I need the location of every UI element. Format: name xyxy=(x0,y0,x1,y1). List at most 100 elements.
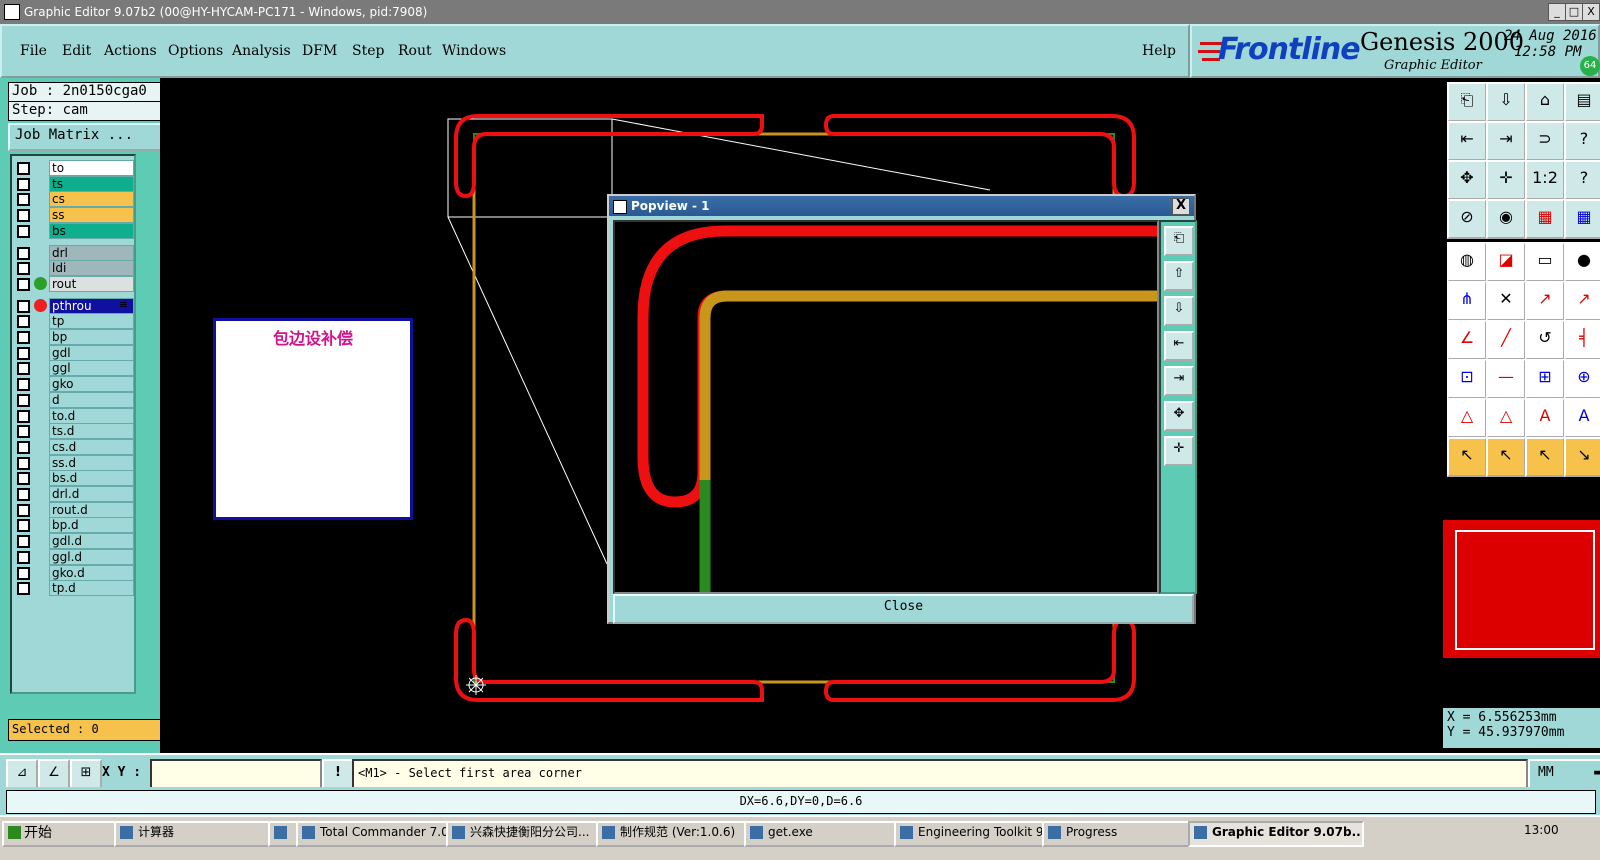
layer-name[interactable]: rout.d xyxy=(49,501,134,518)
layer-checkbox[interactable] xyxy=(17,503,30,517)
layer-name[interactable]: drl.d xyxy=(49,486,134,502)
maximize-button[interactable]: □ xyxy=(1565,3,1583,21)
layer-name[interactable]: gko xyxy=(49,376,134,393)
layer-row-drl-d[interactable]: drl.d xyxy=(14,486,134,502)
layer-checkbox[interactable] xyxy=(17,409,30,423)
layer-row-ts-d[interactable]: ts.d xyxy=(14,423,134,440)
layer-row-ggl-d[interactable]: ggl.d xyxy=(14,548,134,565)
triangle4-icon[interactable]: A xyxy=(1564,398,1600,438)
popview-close-button[interactable]: Close xyxy=(613,594,1194,624)
menu-windows[interactable]: Windows xyxy=(442,43,506,59)
start-button[interactable]: 开始 xyxy=(2,821,126,847)
layer-name[interactable]: ts.d xyxy=(49,423,134,440)
pop-center-icon[interactable]: ✛ xyxy=(1164,436,1194,466)
triangle2-icon[interactable]: △ xyxy=(1486,398,1526,438)
pop-zoom-down-icon[interactable]: ⇩ xyxy=(1164,296,1194,326)
layer-checkbox[interactable] xyxy=(17,362,30,376)
menu-actions[interactable]: Actions xyxy=(104,43,157,59)
layer-checkbox[interactable] xyxy=(17,299,30,313)
layer-blue-icon[interactable]: ▦ xyxy=(1564,199,1600,239)
layer-row-drl[interactable]: drl xyxy=(14,244,134,261)
pan-right-icon[interactable]: ⇥ xyxy=(1486,121,1526,161)
measure-icon[interactable]: ⊘ xyxy=(1447,199,1487,239)
node-icon[interactable]: ⋔ xyxy=(1447,281,1487,321)
layer-row-ggl[interactable]: ggl xyxy=(14,360,134,377)
circle-target-icon[interactable]: ◉ xyxy=(1486,199,1526,239)
layer-checkbox[interactable] xyxy=(17,582,30,596)
layer-row-rout-d[interactable]: rout.d xyxy=(14,501,134,518)
job-matrix-button[interactable]: Job Matrix ... xyxy=(8,123,165,151)
layer-row-to[interactable]: to xyxy=(14,160,134,176)
pointer-icon[interactable]: ↖ xyxy=(1447,437,1487,477)
taskbar-item[interactable]: Total Commander 7.0 ... xyxy=(296,821,466,847)
layer-name[interactable]: ts xyxy=(49,175,134,192)
taskbar-item[interactable]: get.exe xyxy=(744,821,914,847)
arc-icon[interactable]: ↺ xyxy=(1525,320,1565,360)
layer-row-cs[interactable]: cs xyxy=(14,191,134,208)
menu-step[interactable]: Step xyxy=(352,43,384,59)
zoom-in-icon[interactable]: ⇩ xyxy=(1486,82,1526,122)
pointer3-icon[interactable]: ↖ xyxy=(1525,437,1565,477)
layer-checkbox[interactable] xyxy=(17,262,30,276)
pop-fit-icon[interactable]: ✥ xyxy=(1164,401,1194,431)
menu-help[interactable]: Help xyxy=(1142,43,1176,59)
layer-checkbox[interactable] xyxy=(17,246,30,260)
layer-checkbox[interactable] xyxy=(17,162,30,175)
menu-file[interactable]: File xyxy=(20,43,47,59)
taskbar-item[interactable]: Graphic Editor 9.07b... xyxy=(1188,821,1364,847)
layer-checkbox[interactable] xyxy=(17,193,30,207)
layer-row-to-d[interactable]: to.d xyxy=(14,407,134,424)
center-icon[interactable]: ✛ xyxy=(1486,160,1526,200)
pop-pan-left-icon[interactable]: ⇤ xyxy=(1164,331,1194,361)
layer-checkbox[interactable] xyxy=(17,346,30,360)
layer-checkbox[interactable] xyxy=(17,535,30,549)
pad-icon[interactable]: ◍ xyxy=(1447,242,1487,282)
layer-name[interactable]: bs.d xyxy=(49,470,134,487)
layer-checkbox[interactable] xyxy=(17,224,30,238)
layer-row-bs[interactable]: bs xyxy=(14,222,134,239)
menu-edit[interactable]: Edit xyxy=(62,43,91,59)
ruler-icon[interactable]: ▭ xyxy=(1525,242,1565,282)
pointer4-icon[interactable]: ↘ xyxy=(1564,437,1600,477)
layer-row-bs-d[interactable]: bs.d xyxy=(14,470,134,487)
layer-checkbox[interactable] xyxy=(17,277,30,291)
minimize-button[interactable]: _ xyxy=(1548,3,1566,21)
layer-red-icon[interactable]: ▦ xyxy=(1525,199,1565,239)
scale-1-2-icon[interactable]: 1:2 xyxy=(1525,160,1565,200)
layer-name[interactable]: cs xyxy=(49,191,134,208)
triangle3-icon[interactable]: A xyxy=(1525,398,1565,438)
layer-name[interactable]: gko.d xyxy=(49,564,134,581)
layer-row-gko[interactable]: gko xyxy=(14,376,134,393)
layer-row-ts[interactable]: ts xyxy=(14,175,134,192)
layer-row-rout[interactable]: rout xyxy=(14,275,134,292)
layer-checkbox[interactable] xyxy=(17,331,30,344)
layer-checkbox[interactable] xyxy=(17,566,30,580)
layer-name[interactable]: ggl.d xyxy=(49,548,134,565)
popview-canvas[interactable] xyxy=(613,220,1159,594)
taskbar-item[interactable]: Engineering Toolkit 9.0... xyxy=(894,821,1062,847)
pointer2-icon[interactable]: ↖ xyxy=(1486,437,1526,477)
close-window-button[interactable]: X xyxy=(1582,3,1600,21)
fit-f-icon[interactable]: ╡ xyxy=(1564,320,1600,360)
layer-name[interactable]: rout xyxy=(49,275,134,292)
layer-name[interactable]: ggl xyxy=(49,360,134,377)
angle-icon[interactable]: ∠ xyxy=(1447,320,1487,360)
layer-row-gko-d[interactable]: gko.d xyxy=(14,564,134,581)
group-icon[interactable]: ⊕ xyxy=(1564,359,1600,399)
layer-row-tp-d[interactable]: tp.d xyxy=(14,580,134,597)
fit-icon[interactable]: ✥ xyxy=(1447,160,1487,200)
layer-name[interactable]: gdl.d xyxy=(49,533,134,550)
dot-icon[interactable]: ● xyxy=(1564,242,1600,282)
menu-dfm[interactable]: DFM xyxy=(302,43,337,59)
layer-name[interactable]: to.d xyxy=(49,407,134,424)
layer-name[interactable]: ldi xyxy=(49,260,134,277)
layer-checkbox[interactable] xyxy=(17,177,30,191)
layer-checkbox[interactable] xyxy=(17,456,30,470)
layer-name[interactable]: tp xyxy=(49,313,134,330)
zoom-home-icon[interactable]: ⎗ xyxy=(1447,82,1487,122)
pop-zoom-up-icon[interactable]: ⇧ xyxy=(1164,261,1194,291)
layer-row-cs-d[interactable]: cs.d xyxy=(14,438,134,455)
layer-name[interactable]: d xyxy=(49,391,134,408)
cross-icon[interactable]: ✕ xyxy=(1486,281,1526,321)
layer-row-ss-d[interactable]: ss.d xyxy=(14,454,134,471)
